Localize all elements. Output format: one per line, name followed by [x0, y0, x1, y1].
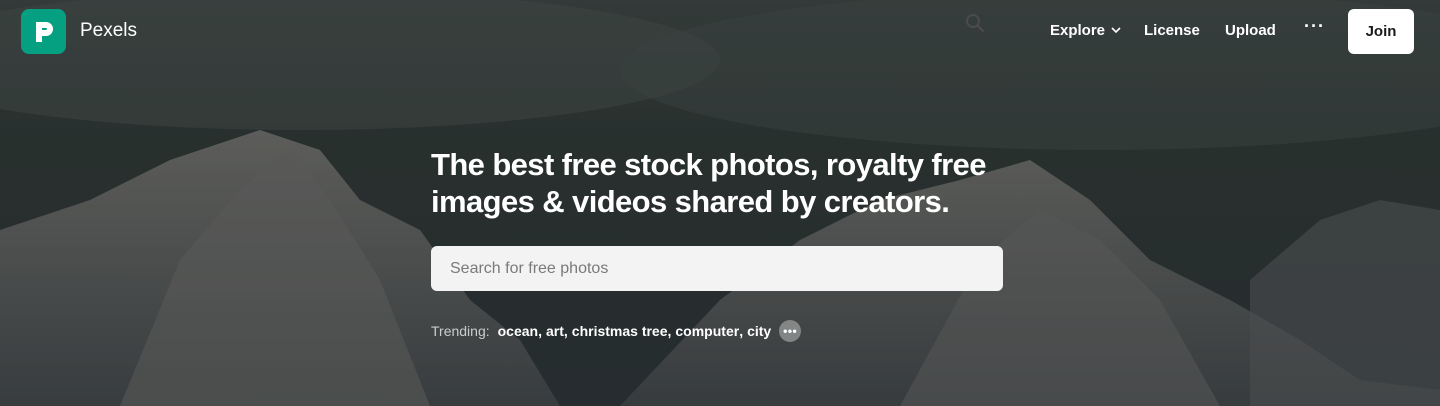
search-bar [431, 246, 1003, 291]
chevron-down-icon [1111, 27, 1121, 34]
trending-label: Trending: [431, 323, 490, 339]
pexels-logo-icon [35, 21, 53, 42]
pexels-logo[interactable] [21, 9, 66, 54]
trending-link-ocean[interactable]: ocean [498, 323, 538, 339]
search-icon[interactable] [964, 12, 986, 34]
more-options-icon[interactable]: ··· [1304, 16, 1325, 37]
trending-searches: Trending: ocean, art, christmas tree, co… [431, 320, 802, 342]
join-button[interactable]: Join [1348, 9, 1414, 54]
hero-section: Pexels Explore License Upload ··· Join T… [0, 0, 1440, 406]
brand-name[interactable]: Pexels [80, 20, 137, 42]
search-input[interactable] [431, 246, 951, 291]
trending-link-art[interactable]: art [546, 323, 564, 339]
page-title: The best free stock photos, royalty free… [431, 147, 986, 219]
trending-link-city[interactable]: city [747, 323, 771, 339]
nav-explore[interactable]: Explore [1050, 22, 1121, 39]
nav-explore-label: Explore [1050, 22, 1106, 39]
top-navigation-bar: Pexels Explore License Upload ··· Join [0, 0, 1440, 64]
nav-license[interactable]: License [1144, 22, 1200, 39]
trending-more-icon[interactable]: ••• [779, 320, 802, 342]
nav-upload[interactable]: Upload [1225, 22, 1276, 39]
trending-link-christmas-tree[interactable]: christmas tree [572, 323, 668, 339]
trending-link-computer[interactable]: computer [675, 323, 739, 339]
